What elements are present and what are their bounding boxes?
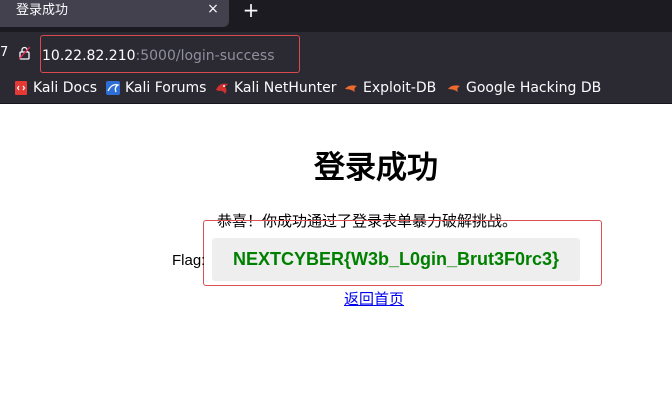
bookmark-label: Kali Docs <box>33 80 98 96</box>
page-title: 登录成功 <box>314 150 438 186</box>
url-host: 10.22.82.210 <box>42 48 136 64</box>
lock-icon[interactable] <box>18 45 31 64</box>
kali-docs-icon <box>14 81 28 95</box>
url-text: 10.22.82.210:5000/login-success <box>42 48 275 64</box>
tab-strip: 登录成功 × + <box>0 0 672 32</box>
close-icon[interactable]: × <box>205 1 221 17</box>
active-tab[interactable]: 登录成功 × <box>0 0 229 27</box>
url-path: :5000/login-success <box>135 48 275 64</box>
kali-nethunter-icon <box>215 81 229 95</box>
url-bar[interactable]: 10.22.82.210:5000/login-success <box>40 35 300 73</box>
nav-left-edge: 7 <box>0 45 9 60</box>
navigation-bar: 7 10.22.82.210:5000/login-success <box>0 32 672 73</box>
bookmark-label: Kali NetHunter <box>234 80 337 96</box>
bookmarks-toolbar: Kali Docs Kali Forums Kali NetHunter Exp… <box>0 73 672 104</box>
tab-title: 登录成功 <box>16 3 69 18</box>
bookmark-label: Exploit-DB <box>363 80 437 96</box>
back-home-link[interactable]: 返回首页 <box>344 290 404 308</box>
flag-label: Flag: <box>172 252 206 269</box>
exploit-db-icon <box>344 81 358 95</box>
kali-forums-icon <box>106 81 120 95</box>
new-tab-button[interactable]: + <box>241 0 261 20</box>
bookmark-label: Google Hacking DB <box>466 80 602 96</box>
flag-value: NEXTCYBER{W3b_L0gin_Brut3F0rc3} <box>212 238 580 281</box>
bookmark-label: Kali Forums <box>125 80 207 96</box>
ghdb-icon <box>447 81 461 95</box>
